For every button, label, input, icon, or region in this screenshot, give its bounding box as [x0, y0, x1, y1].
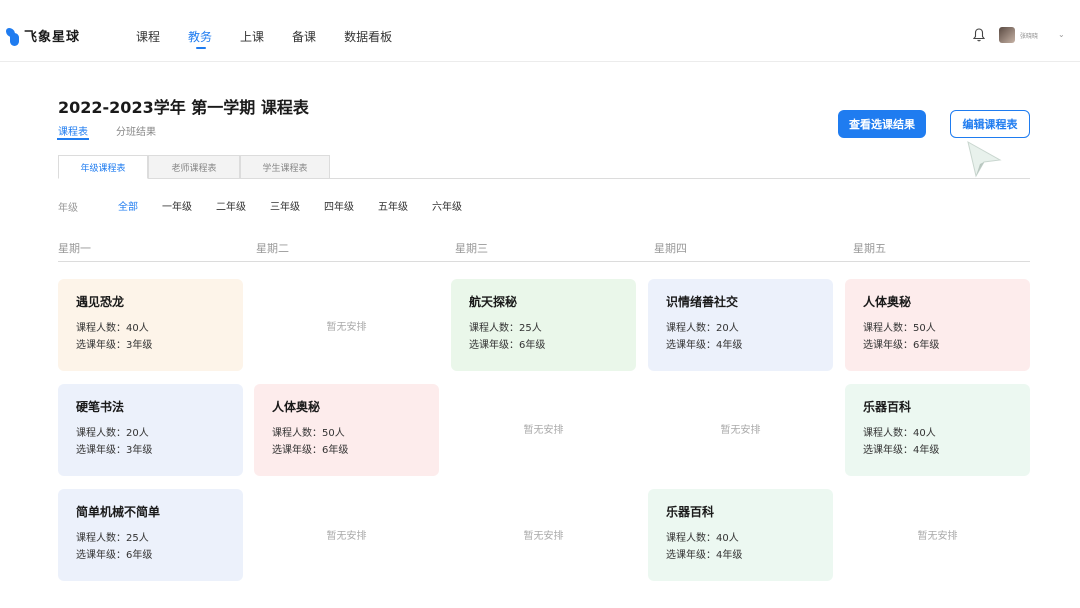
day-tuesday: 星期二: [256, 242, 289, 255]
course-card[interactable]: 识情绪善社交 课程人数：20人 选课年级：4年级: [648, 279, 833, 371]
grade-option-all[interactable]: 全部: [118, 198, 138, 213]
course-grade: 选课年级：4年级: [666, 550, 743, 561]
app-logo[interactable]: 飞象星球: [6, 24, 80, 46]
grade-option-1[interactable]: 一年级: [162, 198, 192, 213]
page-subtabs: 课程表 分班结果: [57, 123, 184, 140]
course-title: 简单机械不简单: [76, 505, 161, 519]
grade-option-3[interactable]: 三年级: [270, 198, 300, 213]
empty-slot[interactable]: 暂无安排: [451, 382, 636, 474]
logo-icon: [6, 24, 20, 46]
course-count: 课程人数：25人: [76, 533, 149, 544]
page-title: 2022-2023学年 第一学期 课程表: [58, 98, 309, 117]
subtab-class-result[interactable]: 分班结果: [116, 123, 156, 138]
course-count: 课程人数：20人: [666, 323, 739, 334]
course-count: 课程人数：40人: [863, 428, 936, 439]
course-count: 课程人数：50人: [863, 323, 936, 334]
day-monday: 星期一: [58, 242, 91, 255]
empty-slot[interactable]: 暂无安排: [451, 488, 636, 580]
course-title: 遇见恐龙: [76, 295, 125, 309]
course-count: 课程人数：50人: [272, 428, 345, 439]
day-thursday: 星期四: [654, 242, 687, 255]
grade-option-2[interactable]: 二年级: [216, 198, 246, 213]
course-title: 乐器百科: [666, 505, 715, 519]
user-avatar[interactable]: [999, 27, 1015, 43]
course-grade: 选课年级：6年级: [863, 340, 940, 351]
course-grade: 选课年级：6年级: [469, 340, 546, 351]
course-grade: 选课年级：6年级: [272, 445, 349, 456]
bell-icon[interactable]: [973, 28, 985, 42]
course-grade: 选课年级：3年级: [76, 445, 153, 456]
course-card[interactable]: 遇见恐龙 课程人数：40人 选课年级：3年级: [58, 279, 243, 371]
empty-slot[interactable]: 暂无安排: [254, 279, 439, 371]
empty-slot[interactable]: 暂无安排: [648, 382, 833, 474]
grade-option-4[interactable]: 四年级: [324, 198, 354, 213]
day-wednesday: 星期三: [455, 242, 488, 255]
schedule-view-tabs: 年级课程表 老师课程表 学生课程表: [58, 155, 1030, 179]
course-grade: 选课年级：6年级: [76, 550, 153, 561]
nav-item-academic[interactable]: 教务: [188, 28, 212, 49]
grade-filter-label: 年级: [58, 203, 78, 214]
grade-option-6[interactable]: 六年级: [432, 198, 462, 213]
grade-filter: 全部 一年级 二年级 三年级 四年级 五年级 六年级: [118, 198, 486, 213]
user-name[interactable]: 张晓晓: [1020, 31, 1038, 40]
top-nav-bar: 飞象星球 课程 教务 上课 备课 数据看板 张晓晓 ⌄: [0, 0, 1080, 62]
course-card[interactable]: 人体奥秘 课程人数：50人 选课年级：6年级: [254, 384, 439, 476]
course-title: 人体奥秘: [272, 400, 321, 414]
course-card[interactable]: 简单机械不简单 课程人数：25人 选课年级：6年级: [58, 489, 243, 581]
tab-grade-schedule[interactable]: 年级课程表: [58, 155, 148, 179]
view-selection-result-button[interactable]: 查看选课结果: [838, 110, 926, 138]
main-nav: 课程 教务 上课 备课 数据看板: [136, 28, 420, 49]
tab-teacher-schedule[interactable]: 老师课程表: [148, 155, 240, 179]
course-count: 课程人数：40人: [666, 533, 739, 544]
course-count: 课程人数：20人: [76, 428, 149, 439]
course-grade: 选课年级：4年级: [666, 340, 743, 351]
nav-item-course[interactable]: 课程: [136, 28, 160, 45]
app-name: 飞象星球: [24, 29, 81, 45]
course-count: 课程人数：40人: [76, 323, 149, 334]
course-count: 课程人数：25人: [469, 323, 542, 334]
chevron-down-icon[interactable]: ⌄: [1058, 30, 1065, 39]
course-title: 人体奥秘: [863, 295, 912, 309]
grade-option-5[interactable]: 五年级: [378, 198, 408, 213]
course-title: 硬笔书法: [76, 400, 125, 414]
nav-item-dashboard[interactable]: 数据看板: [344, 28, 392, 45]
course-card[interactable]: 硬笔书法 课程人数：20人 选课年级：3年级: [58, 384, 243, 476]
nav-item-class[interactable]: 上课: [240, 28, 264, 45]
empty-slot[interactable]: 暂无安排: [254, 488, 439, 580]
course-card[interactable]: 航天探秘 课程人数：25人 选课年级：6年级: [451, 279, 636, 371]
course-title: 识情绪善社交: [666, 295, 739, 309]
week-header: 星期一 星期二 星期三 星期四 星期五: [58, 238, 1030, 262]
edit-schedule-button[interactable]: 编辑课程表: [950, 110, 1030, 138]
course-grade: 选课年级：4年级: [863, 445, 940, 456]
empty-slot[interactable]: 暂无安排: [845, 488, 1030, 580]
subtab-schedule[interactable]: 课程表: [57, 123, 89, 140]
day-friday: 星期五: [853, 242, 886, 255]
course-card[interactable]: 人体奥秘 课程人数：50人 选课年级：6年级: [845, 279, 1030, 371]
course-grade: 选课年级：3年级: [76, 340, 153, 351]
course-card[interactable]: 乐器百科 课程人数：40人 选课年级：4年级: [648, 489, 833, 581]
course-title: 航天探秘: [469, 295, 518, 309]
course-card[interactable]: 乐器百科 课程人数：40人 选课年级：4年级: [845, 384, 1030, 476]
nav-item-prepare[interactable]: 备课: [292, 28, 316, 45]
tab-student-schedule[interactable]: 学生课程表: [240, 155, 330, 179]
course-title: 乐器百科: [863, 400, 912, 414]
